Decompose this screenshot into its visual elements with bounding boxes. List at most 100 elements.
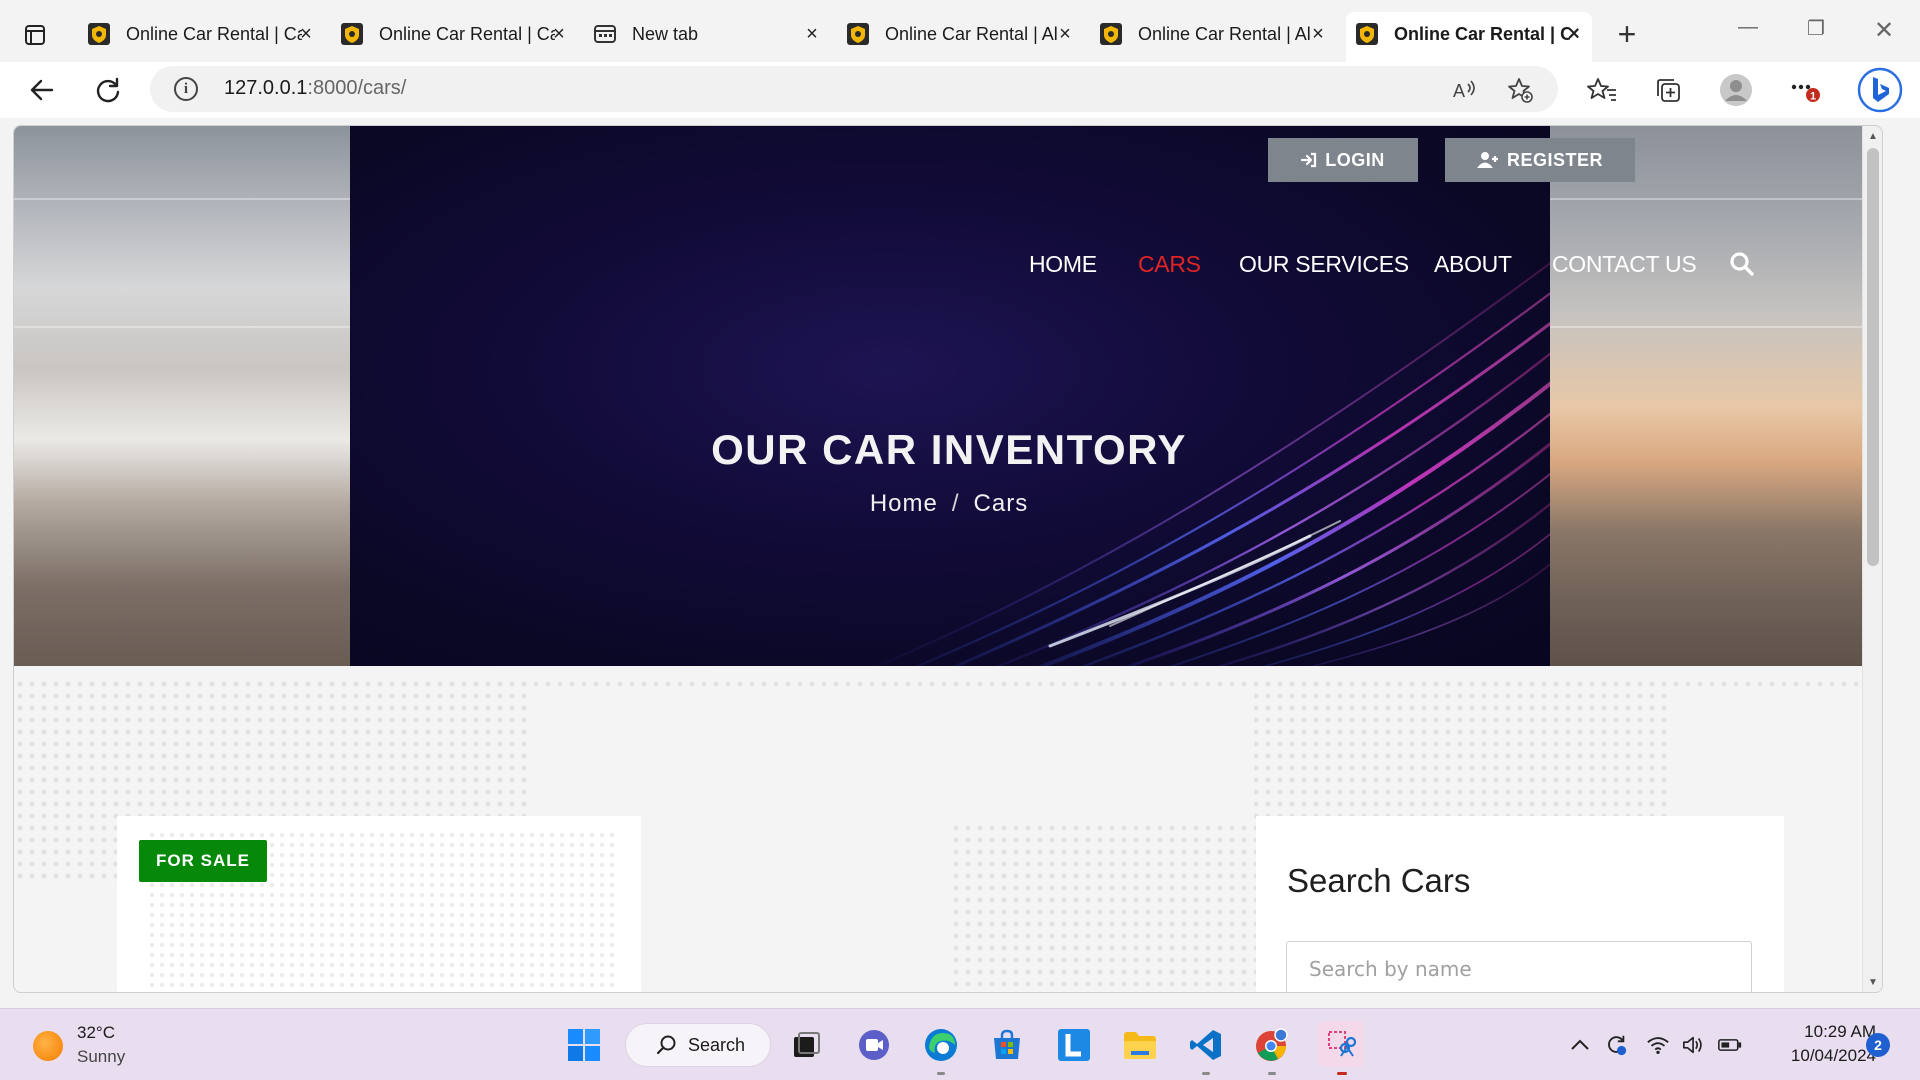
tab-title: Online Car Rental | Al	[885, 23, 1058, 44]
new-tab-page-icon	[594, 25, 616, 43]
windows-taskbar: 32°C Sunny Search 10:29 AM 10/04/2024 2	[0, 1008, 1920, 1080]
battery-icon[interactable]	[1718, 1033, 1742, 1057]
site-favicon-icon	[341, 23, 363, 45]
webpage-viewport: LOGIN REGISTER HOME CARS OUR SERVICES AB…	[13, 125, 1883, 993]
scrollbar-thumb[interactable]	[1867, 148, 1879, 566]
site-favicon-icon	[88, 23, 110, 45]
browser-tab[interactable]: Online Car Rental | Al ×	[1090, 12, 1336, 56]
nav-link-contact-us[interactable]: CONTACT US	[1552, 251, 1697, 278]
browser-toolbar: i 127.0.0.1:8000/cars/ A 1	[0, 62, 1920, 118]
restore-button[interactable]: ❐	[1796, 16, 1836, 46]
nav-link-our-services[interactable]: OUR SERVICES	[1239, 251, 1409, 278]
address-bar[interactable]: i 127.0.0.1:8000/cars/ A	[150, 66, 1558, 112]
weather-temperature[interactable]: 32°C	[77, 1023, 115, 1043]
scroll-up-arrow-icon[interactable]: ▲	[1867, 132, 1879, 142]
tab-close-icon[interactable]: ×	[1308, 24, 1328, 44]
close-window-button[interactable]: ✕	[1864, 16, 1904, 46]
browser-tab[interactable]: New tab ×	[584, 12, 830, 56]
light-streaks-graphic	[875, 262, 1550, 666]
browser-tab[interactable]: Online Car Rental | Ca ×	[331, 12, 577, 56]
url-path: :8000/cars/	[307, 77, 407, 99]
clock-date[interactable]: 10/04/2024	[1760, 1046, 1876, 1066]
search-cars-heading: Search Cars	[1287, 862, 1471, 899]
weather-sun-icon[interactable]	[33, 1031, 63, 1061]
new-tab-button[interactable]: +	[1612, 18, 1642, 50]
for-sale-badge: FOR SALE	[139, 840, 267, 882]
breadcrumb-home-link[interactable]: Home	[870, 490, 938, 517]
search-icon	[656, 1035, 676, 1055]
tab-close-icon[interactable]: ×	[296, 24, 316, 44]
volume-icon[interactable]	[1682, 1033, 1706, 1057]
header-background-photo-left	[14, 126, 350, 666]
show-hidden-icons-chevron-icon[interactable]	[1568, 1033, 1592, 1057]
snipping-tool-icon[interactable]	[1318, 1021, 1364, 1067]
wifi-icon[interactable]	[1646, 1033, 1670, 1057]
site-favicon-icon	[1100, 23, 1122, 45]
teams-chat-icon[interactable]	[856, 1027, 892, 1063]
login-label: LOGIN	[1325, 149, 1385, 170]
add-favorite-icon[interactable]	[1505, 75, 1535, 105]
user-plus-icon	[1476, 152, 1498, 168]
clock-time[interactable]: 10:29 AM	[1780, 1022, 1876, 1042]
notification-count-badge[interactable]: 2	[1866, 1033, 1890, 1057]
car-listing-card[interactable]: FOR SALE	[117, 816, 641, 992]
browser-tab[interactable]: Online Car Rental | Ca ×	[78, 12, 324, 56]
page-scrollbar[interactable]: ▲ ▼	[1862, 126, 1882, 992]
sign-in-icon	[1301, 152, 1317, 168]
page-title: OUR CAR INVENTORY	[711, 426, 1187, 473]
site-favicon-icon	[847, 23, 869, 45]
sync-status-icon[interactable]	[1604, 1033, 1628, 1057]
url-text[interactable]: 127.0.0.1:8000/cars/	[224, 77, 406, 100]
tab-title: Online Car Rental | Ca	[126, 23, 302, 44]
search-cars-panel: Search Cars	[1256, 816, 1784, 992]
svg-text:A: A	[1453, 81, 1465, 101]
register-button[interactable]: REGISTER	[1445, 138, 1635, 182]
microsoft-store-icon[interactable]	[989, 1027, 1025, 1063]
search-icon[interactable]	[1729, 251, 1755, 277]
vscode-icon[interactable]	[1188, 1027, 1224, 1063]
site-info-icon[interactable]: i	[174, 77, 198, 101]
breadcrumb: Home / Cars	[14, 490, 1882, 518]
profile-alert-count: 1	[1810, 91, 1816, 103]
edge-browser-icon[interactable]	[923, 1027, 959, 1063]
browser-tab-strip: Online Car Rental | Ca × Online Car Rent…	[0, 0, 1920, 62]
back-arrow-icon[interactable]	[24, 72, 60, 108]
scroll-down-arrow-icon[interactable]: ▼	[1867, 978, 1879, 988]
settings-more-icon[interactable]: 1	[1788, 72, 1824, 108]
minimize-button[interactable]: —	[1728, 16, 1768, 46]
nav-link-home[interactable]: HOME	[1029, 251, 1097, 278]
browser-tab[interactable]: Online Car Rental | Al ×	[837, 12, 1083, 56]
register-label: REGISTER	[1506, 149, 1603, 170]
copilot-icon[interactable]	[1856, 66, 1904, 114]
tab-actions-icon[interactable]	[20, 20, 50, 50]
l-app-icon[interactable]	[1056, 1027, 1092, 1063]
url-host: 127.0.0.1	[224, 77, 308, 99]
taskbar-search-box[interactable]: Search	[625, 1023, 771, 1067]
hero-banner	[350, 126, 1550, 666]
site-favicon-icon	[1356, 23, 1378, 45]
nav-link-cars[interactable]: CARS	[1138, 251, 1201, 278]
file-explorer-icon[interactable]	[1122, 1027, 1158, 1063]
collections-icon[interactable]	[1650, 72, 1686, 108]
profile-avatar-icon[interactable]	[1718, 72, 1754, 108]
taskbar-search-label: Search	[688, 1034, 746, 1055]
tab-close-icon[interactable]: ×	[549, 24, 569, 44]
weather-condition[interactable]: Sunny	[77, 1047, 125, 1067]
favorites-icon[interactable]	[1584, 72, 1620, 108]
breadcrumb-current: Cars	[973, 490, 1029, 517]
tab-title: New tab	[632, 23, 699, 44]
tab-close-icon[interactable]: ×	[802, 24, 822, 44]
task-view-icon[interactable]	[788, 1027, 824, 1063]
nav-link-about[interactable]: ABOUT	[1434, 251, 1512, 278]
login-button[interactable]: LOGIN	[1268, 138, 1418, 182]
tab-title: Online Car Rental | C	[1394, 23, 1570, 44]
browser-tab-active[interactable]: Online Car Rental | C ×	[1346, 12, 1592, 62]
tab-close-icon[interactable]: ×	[1564, 24, 1584, 44]
start-windows-icon[interactable]	[566, 1027, 602, 1063]
tab-title: Online Car Rental | Al	[1138, 23, 1311, 44]
refresh-icon[interactable]	[90, 72, 126, 108]
search-by-name-input[interactable]	[1286, 941, 1752, 992]
tab-close-icon[interactable]: ×	[1055, 24, 1075, 44]
chrome-browser-icon[interactable]	[1254, 1027, 1290, 1063]
read-aloud-icon[interactable]: A	[1450, 75, 1480, 105]
